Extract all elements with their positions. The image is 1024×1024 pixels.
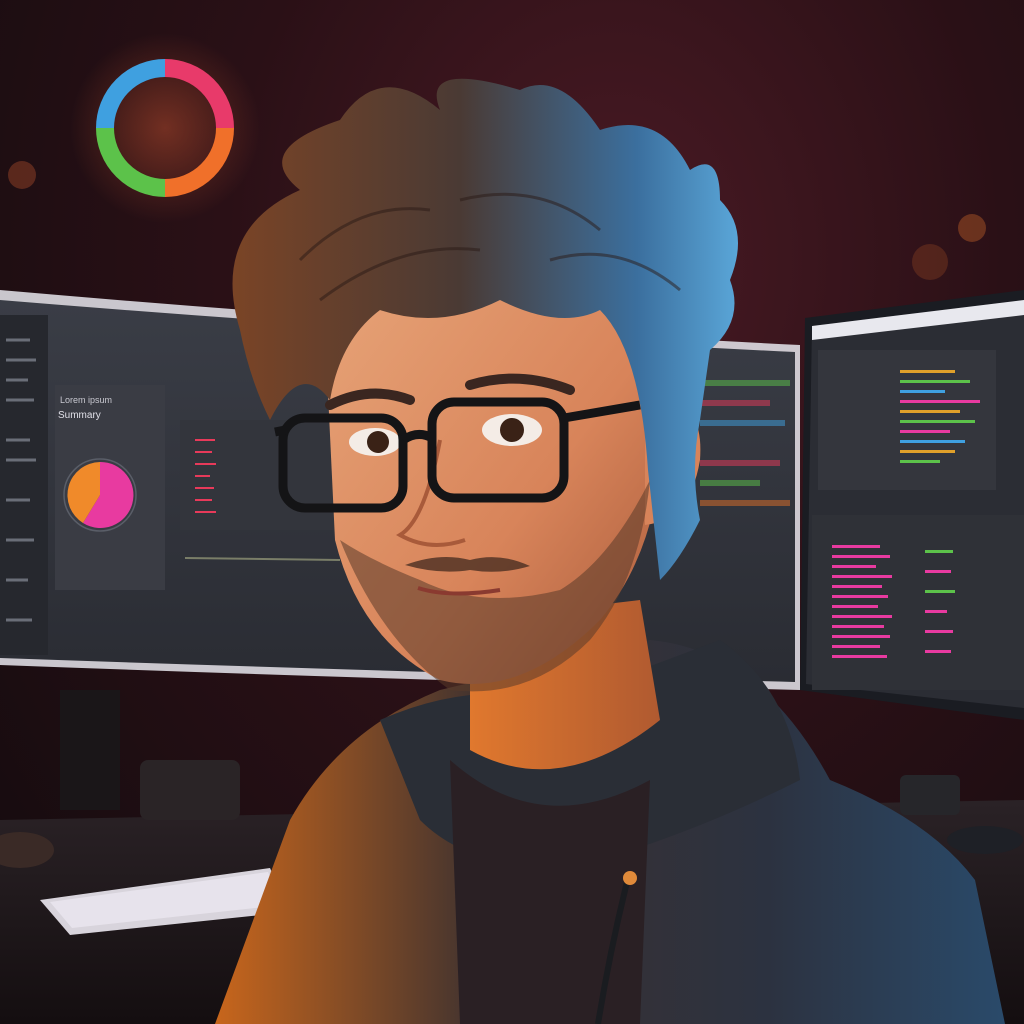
wall-ring-light [70, 33, 260, 223]
pupil-right [500, 418, 524, 442]
illustration-scene: Lorem ipsum Summary [0, 0, 1024, 1024]
monitor-stand [60, 690, 120, 810]
code-panel-bottom [812, 515, 1024, 690]
scene-svg: Lorem ipsum Summary [0, 33, 1024, 1024]
bokeh-light [8, 161, 36, 189]
bokeh-light [912, 244, 948, 280]
pupil-left [367, 431, 389, 453]
bokeh-light [958, 214, 986, 242]
panel-subtitle: Summary [58, 410, 101, 421]
mouse [947, 826, 1023, 854]
desk-device [140, 760, 240, 820]
side-monitor [800, 290, 1024, 720]
panel-title: Lorem ipsum [60, 395, 112, 405]
monitor-sidebar [0, 315, 48, 655]
drawstring-eyelet [623, 871, 637, 885]
desk-device [900, 775, 960, 815]
